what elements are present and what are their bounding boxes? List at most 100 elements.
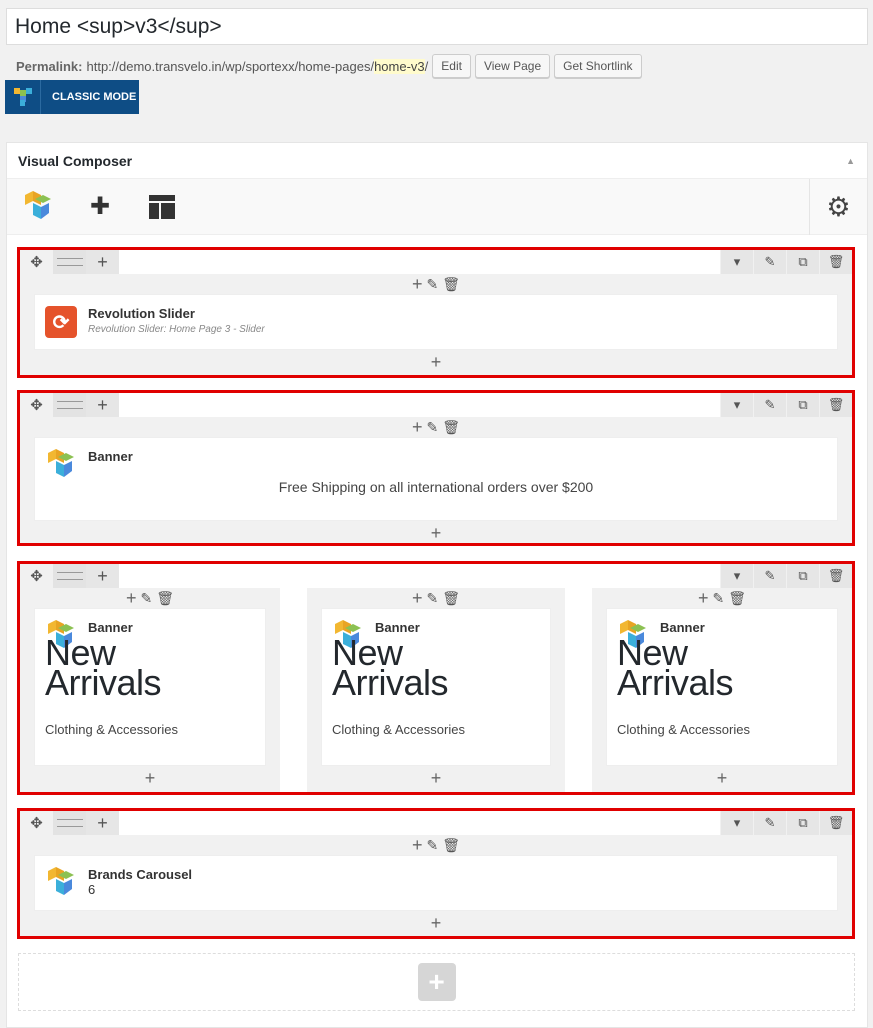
delete-column-icon[interactable]: 🗑: [156, 590, 174, 607]
delete-row-icon[interactable]: 🗑: [819, 564, 852, 588]
delete-column-icon[interactable]: 🗑: [442, 276, 460, 293]
settings-gear-icon[interactable]: ⚙: [809, 179, 867, 235]
edit-column-icon[interactable]: ✎: [427, 590, 439, 607]
vc-logo-icon: [45, 867, 77, 899]
clone-row-icon[interactable]: ⧉: [786, 811, 819, 835]
delete-row-icon[interactable]: 🗑: [819, 250, 852, 274]
clone-row-icon[interactable]: ⧉: [786, 393, 819, 417]
add-element-icon[interactable]: ✚: [69, 179, 131, 235]
toggle-row-icon[interactable]: ▾: [720, 250, 753, 274]
delete-column-icon[interactable]: 🗑: [442, 419, 460, 436]
add-element-icon[interactable]: +: [20, 766, 280, 790]
row-revolution-slider: ✥ + ▾ ✎ ⧉ 🗑 + ✎ 🗑 ⟳ Revolution Slider Re…: [17, 247, 855, 378]
banner-subtitle: Clothing & Accessories: [617, 722, 750, 737]
toggle-row-icon[interactable]: ▾: [720, 393, 753, 417]
permalink-trail: /: [424, 58, 429, 74]
row-controls: ✥ + ▾ ✎ ⧉ 🗑: [20, 811, 852, 835]
move-icon[interactable]: ✥: [20, 564, 53, 588]
edit-permalink-button[interactable]: Edit: [432, 54, 471, 78]
edit-row-icon[interactable]: ✎: [753, 250, 786, 274]
add-row-area: +: [18, 953, 855, 1011]
vc-logo-icon: [5, 80, 41, 114]
edit-column-icon[interactable]: ✎: [427, 419, 439, 436]
toggle-row-icon[interactable]: ▾: [720, 811, 753, 835]
add-element-icon[interactable]: +: [412, 835, 423, 856]
toggle-row-icon[interactable]: ▾: [720, 564, 753, 588]
vc-logo-icon: [45, 449, 77, 481]
element-title: Banner: [88, 449, 133, 464]
post-title-input[interactable]: Home <sup>v3</sup>: [6, 8, 868, 45]
move-icon[interactable]: ✥: [20, 811, 53, 835]
banner-subtitle: Clothing & Accessories: [332, 722, 465, 737]
classic-mode-button[interactable]: CLASSIC MODE: [5, 80, 139, 114]
add-element-icon[interactable]: +: [698, 588, 709, 609]
revolution-slider-element[interactable]: ⟳ Revolution Slider Revolution Slider: H…: [34, 294, 838, 350]
row-layout-icon[interactable]: [53, 811, 86, 835]
row-banner-shipping: ✥ + ▾ ✎ ⧉ 🗑 + ✎ 🗑 Banner Free Shipping o…: [17, 390, 855, 546]
row-layout-icon[interactable]: [53, 564, 86, 588]
templates-icon[interactable]: [131, 179, 193, 235]
element-title: Brands Carousel: [88, 867, 193, 882]
edit-column-icon[interactable]: ✎: [141, 590, 153, 607]
add-element-icon[interactable]: +: [20, 911, 852, 935]
clone-row-icon[interactable]: ⧉: [786, 564, 819, 588]
edit-column-icon[interactable]: ✎: [713, 590, 725, 607]
collapse-arrow-icon[interactable]: ▲: [846, 156, 855, 166]
add-element-icon[interactable]: +: [592, 766, 852, 790]
column: + ✎ 🗑 Banner New Arrivals Clothing & Acce…: [592, 588, 852, 792]
view-page-button[interactable]: View Page: [474, 54, 551, 78]
delete-column-icon[interactable]: 🗑: [442, 590, 460, 607]
brands-carousel-element[interactable]: Brands Carousel 6: [34, 855, 838, 911]
add-column-icon[interactable]: +: [86, 393, 119, 417]
banner-element[interactable]: Banner New Arrivals Clothing & Accessorie…: [606, 608, 838, 766]
add-element-icon[interactable]: +: [412, 417, 423, 438]
add-column-icon[interactable]: +: [86, 564, 119, 588]
element-title: Revolution Slider: [88, 306, 195, 321]
add-element-button[interactable]: +: [417, 963, 456, 1001]
move-icon[interactable]: ✥: [20, 250, 53, 274]
move-icon[interactable]: ✥: [20, 393, 53, 417]
add-element-icon[interactable]: +: [412, 588, 423, 609]
clone-row-icon[interactable]: ⧉: [786, 250, 819, 274]
add-element-icon[interactable]: +: [20, 521, 852, 545]
add-element-icon[interactable]: +: [126, 588, 137, 609]
get-shortlink-button[interactable]: Get Shortlink: [554, 54, 642, 78]
edit-column-icon[interactable]: ✎: [427, 837, 439, 854]
edit-row-icon[interactable]: ✎: [753, 564, 786, 588]
banner-heading: New Arrivals: [332, 632, 449, 703]
edit-column-icon[interactable]: ✎: [427, 276, 439, 293]
banner-element[interactable]: Banner New Arrivals Clothing & Accessorie…: [321, 608, 551, 766]
delete-column-icon[interactable]: 🗑: [442, 837, 460, 854]
edit-row-icon[interactable]: ✎: [753, 393, 786, 417]
permalink-base: http://demo.transvelo.in/wp/sportexx/hom…: [86, 58, 375, 74]
permalink-slug[interactable]: home-v3: [374, 58, 425, 74]
classic-mode-label: CLASSIC MODE: [52, 91, 137, 103]
vc-logo-icon[interactable]: [7, 179, 69, 235]
element-subtitle: Revolution Slider: Home Page 3 - Slider: [88, 324, 265, 335]
add-element-icon[interactable]: +: [412, 274, 423, 295]
vc-toolbar: ✚ ⚙: [7, 179, 867, 235]
delete-row-icon[interactable]: 🗑: [819, 811, 852, 835]
row-layout-icon[interactable]: [53, 250, 86, 274]
banner-heading: New Arrivals: [45, 632, 162, 703]
edit-row-icon[interactable]: ✎: [753, 811, 786, 835]
column-controls: + ✎ 🗑: [20, 588, 280, 608]
element-value: 6: [88, 882, 96, 897]
add-column-icon[interactable]: +: [86, 250, 119, 274]
add-element-icon[interactable]: +: [307, 766, 565, 790]
delete-row-icon[interactable]: 🗑: [819, 393, 852, 417]
row-layout-icon[interactable]: [53, 393, 86, 417]
row-controls: ✥ + ▾ ✎ ⧉ 🗑: [20, 564, 852, 588]
panel-header[interactable]: Visual Composer ▲: [7, 143, 867, 179]
add-column-icon[interactable]: +: [86, 811, 119, 835]
panel-title: Visual Composer: [18, 152, 133, 169]
column: + ✎ 🗑 Banner New Arrivals Clothing & Acce…: [20, 588, 280, 792]
column-controls: + ✎ 🗑: [20, 274, 852, 294]
column-controls: + ✎ 🗑: [592, 588, 852, 608]
column-controls: + ✎ 🗑: [20, 417, 852, 437]
row-brands-carousel: ✥ + ▾ ✎ ⧉ 🗑 + ✎ 🗑 Brands Carousel 6 +: [17, 808, 855, 939]
banner-element[interactable]: Banner Free Shipping on all internationa…: [34, 437, 838, 521]
add-element-icon[interactable]: +: [20, 350, 852, 374]
banner-element[interactable]: Banner New Arrivals Clothing & Accessorie…: [34, 608, 266, 766]
delete-column-icon[interactable]: 🗑: [728, 590, 746, 607]
